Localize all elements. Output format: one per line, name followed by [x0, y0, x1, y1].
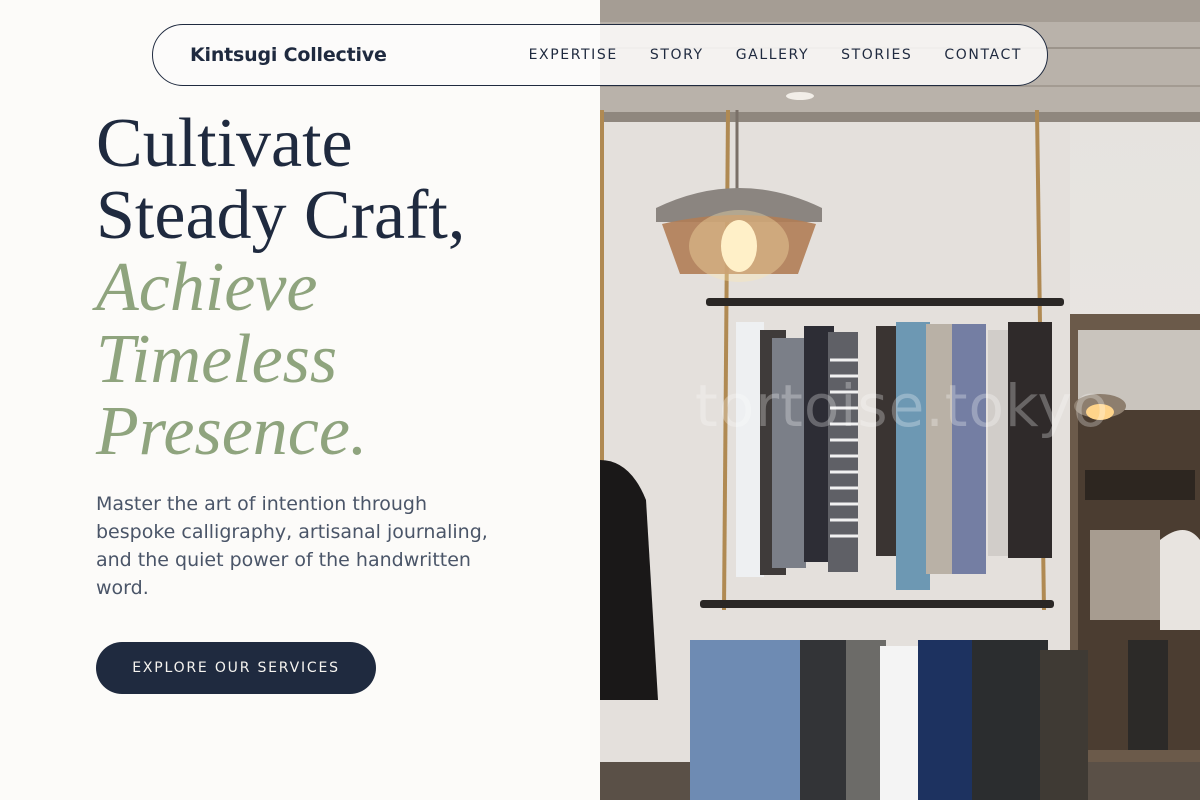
hero-photo: tortoise.tokyo — [600, 0, 1200, 800]
hero-accent-line-1: Achieve — [96, 249, 318, 326]
top-navigation: Kintsugi Collective EXPERTISE STORY GALL… — [152, 24, 1048, 86]
hero-heading-line-2: Steady Craft, — [96, 177, 466, 254]
nav-link-contact[interactable]: CONTACT — [944, 47, 1022, 63]
brand-logo[interactable]: Kintsugi Collective — [190, 44, 387, 66]
explore-services-button[interactable]: EXPLORE OUR SERVICES — [96, 642, 376, 694]
hero-description: Master the art of intention through besp… — [96, 493, 488, 599]
nav-link-story[interactable]: STORY — [650, 47, 704, 63]
hero-heading-line-1: Cultivate — [96, 105, 353, 182]
hero-heading: Cultivate Steady Craft, Achieve Timeless… — [96, 108, 596, 468]
nav-link-gallery[interactable]: GALLERY — [736, 47, 809, 63]
hero-accent-line-3: Presence. — [96, 393, 368, 470]
hero-accent-line-2: Timeless — [96, 321, 338, 398]
nav-link-expertise[interactable]: EXPERTISE — [529, 47, 618, 63]
image-watermark: tortoise.tokyo — [695, 372, 1110, 440]
nav-menu: EXPERTISE STORY GALLERY STORIES CONTACT — [497, 47, 1022, 63]
nav-link-stories[interactable]: STORIES — [841, 47, 912, 63]
